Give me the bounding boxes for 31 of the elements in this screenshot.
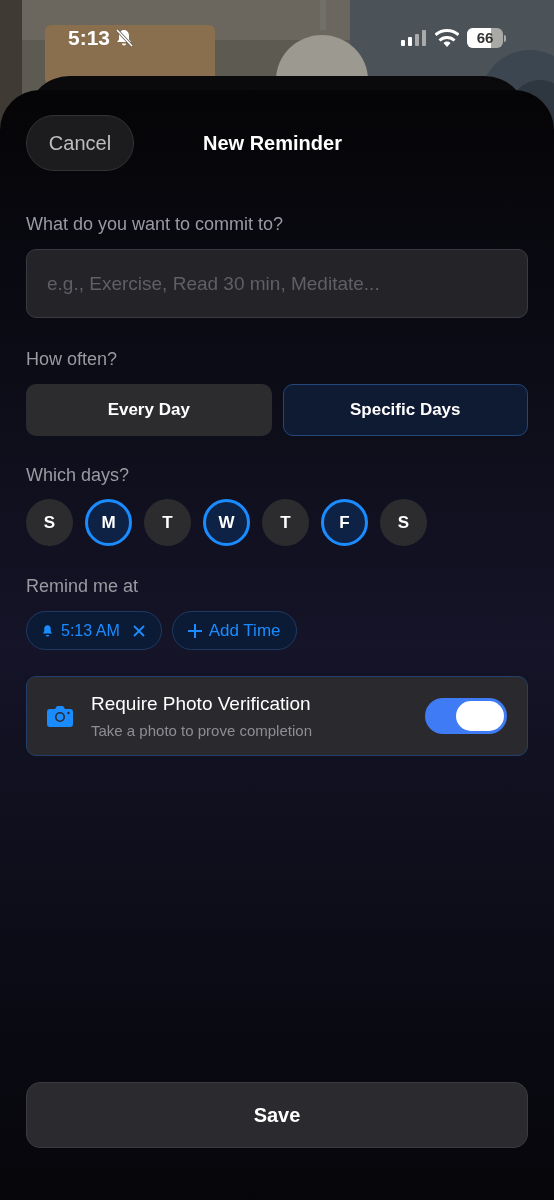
remove-icon[interactable] — [130, 622, 147, 639]
day-toggle[interactable]: S — [380, 499, 427, 546]
day-toggle[interactable]: T — [144, 499, 191, 546]
day-toggle[interactable]: S — [26, 499, 73, 546]
time-label: 5:13 AM — [61, 620, 120, 641]
commitment-input[interactable]: e.g., Exercise, Read 30 min, Meditate... — [26, 249, 528, 318]
section-label: Which days? — [26, 464, 131, 487]
save-button[interactable]: Save — [26, 1082, 528, 1148]
day-toggle[interactable]: W — [203, 499, 250, 546]
bell-icon — [41, 623, 54, 638]
photo-verification-toggle[interactable] — [425, 698, 507, 734]
frequency-option[interactable]: Specific Days — [282, 384, 528, 436]
wifi-icon — [435, 29, 459, 47]
setting-title: Require Photo Verification — [91, 691, 312, 716]
day-toggle[interactable]: M — [85, 499, 132, 546]
add-time-button[interactable]: Add Time — [171, 611, 297, 650]
battery-icon: 66 — [467, 28, 506, 48]
day-toggle[interactable]: F — [321, 499, 368, 546]
camera-icon — [47, 705, 73, 727]
section-label: How often? — [26, 348, 119, 371]
sheet-title: New Reminder — [203, 131, 342, 156]
frequency-option[interactable]: Every Day — [26, 384, 272, 436]
setting-subtitle: Take a photo to prove completion — [91, 721, 313, 741]
section-label: What do you want to commit to? — [26, 213, 285, 236]
cancel-button[interactable]: Cancel — [26, 115, 134, 171]
plus-icon — [187, 623, 202, 638]
signal-icon — [401, 30, 427, 46]
day-toggle[interactable]: T — [262, 499, 309, 546]
silent-bell-icon — [114, 28, 135, 48]
section-label: Remind me at — [26, 575, 140, 598]
clock-time: 5:13 — [68, 25, 111, 52]
